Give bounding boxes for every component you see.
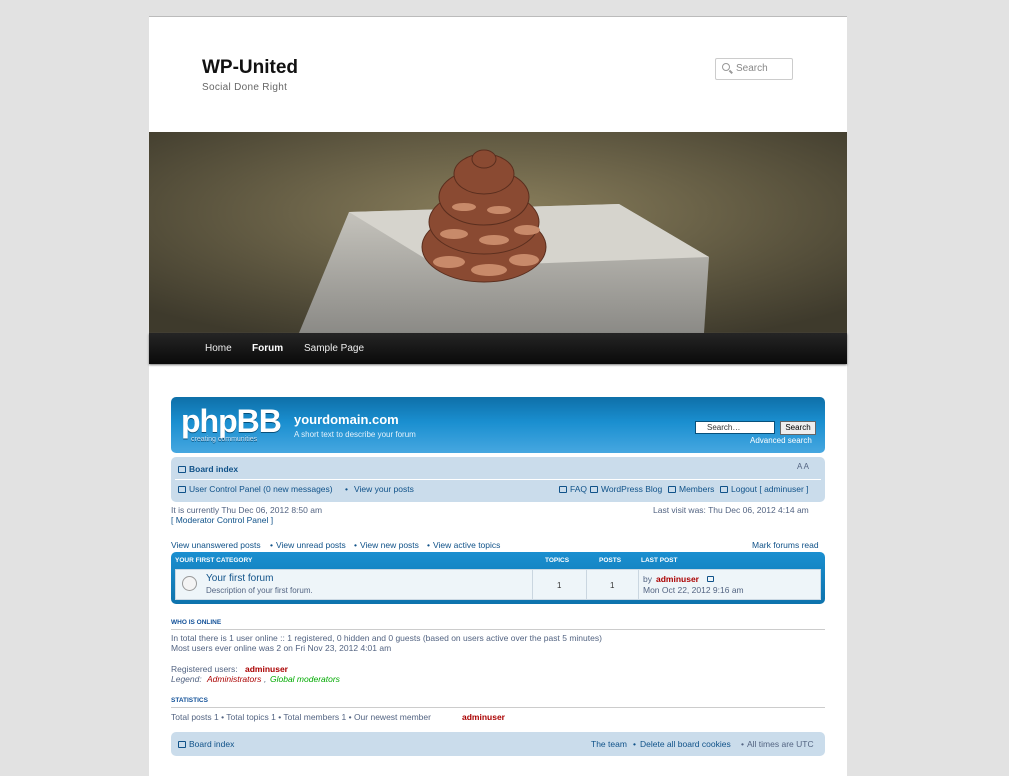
active-topics-link[interactable]: View active topics (433, 540, 500, 550)
ucp-label: User Control Panel (0 new messages) (189, 484, 333, 494)
separator: • (345, 484, 348, 494)
main-menu: Home Forum Sample Page (149, 333, 847, 364)
header-image (149, 132, 847, 333)
registered-user-link[interactable]: adminuser (245, 664, 288, 674)
separator: • (633, 739, 636, 749)
wp-blog-label: WordPress Blog (601, 484, 663, 494)
phpbb-headerbar: phpBB creating communities yourdomain.com… (171, 397, 825, 453)
last-post-date: Mon Oct 22, 2012 9:16 am (643, 585, 744, 595)
last-post-cell: by adminuser Mon Oct 22, 2012 9:16 am (638, 570, 822, 599)
site-title[interactable]: WP-United (202, 57, 298, 79)
footer-board-index-label: Board index (189, 739, 235, 749)
ucp-link[interactable]: User Control Panel (0 new messages) (178, 484, 333, 494)
forum-name-link[interactable]: Your first forum (206, 573, 273, 584)
mcp-link[interactable]: [ Moderator Control Panel ] (171, 515, 273, 525)
online-line2: Most users ever online was 2 on Fri Nov … (171, 643, 392, 653)
statistics-heading: STATISTICS (171, 697, 208, 704)
legend-global-moderators[interactable]: Global moderators (270, 674, 340, 684)
legend-label: Legend: (171, 674, 202, 684)
logout-icon (720, 486, 728, 493)
faq-link[interactable]: FAQ (559, 484, 587, 494)
timezone-text: All times are UTC (747, 739, 814, 749)
mark-read-link[interactable]: Mark forums read (752, 540, 819, 550)
separator: • (270, 540, 273, 550)
board-index-link[interactable]: Board index (178, 464, 238, 474)
posts-cell: 1 (586, 570, 638, 599)
view-latest-post-icon[interactable] (707, 576, 714, 582)
top-navbar: Board index A A User Control Panel (0 ne… (171, 457, 825, 502)
delete-cookies-link[interactable]: Delete all board cookies (640, 739, 731, 749)
search-icon (722, 63, 730, 71)
phpbb-search-button[interactable]: Search (780, 421, 816, 435)
home-icon (178, 741, 186, 748)
pinecone-image-icon (149, 132, 847, 333)
members-label: Members (679, 484, 715, 494)
statistics-text: Total posts 1 • Total topics 1 • Total m… (171, 712, 431, 722)
legend-separator: , (264, 674, 267, 684)
divider (171, 707, 825, 708)
menu-home[interactable]: Home (205, 343, 232, 354)
phpbb-search-placeholder: Search… (707, 423, 741, 432)
col-topics: TOPICS (545, 557, 570, 564)
menu-sample-page[interactable]: Sample Page (304, 343, 364, 354)
posts-count: 1 (610, 581, 615, 590)
category-block: YOUR FIRST CATEGORY TOPICS POSTS LAST PO… (171, 552, 825, 604)
online-line1: In total there is 1 user online :: 1 reg… (171, 633, 602, 643)
board-index-label: Board index (189, 464, 239, 474)
who-is-online-heading[interactable]: WHO IS ONLINE (171, 619, 221, 626)
wp-search-placeholder: Search (736, 63, 768, 74)
separator: • (354, 540, 357, 550)
last-post-by: by (643, 574, 652, 584)
topics-count: 1 (557, 581, 562, 590)
last-visit: Last visit was: Thu Dec 06, 2012 4:14 am (653, 505, 809, 515)
board-description: A short text to describe your forum (294, 430, 416, 439)
new-posts-link[interactable]: View new posts (360, 540, 419, 550)
wp-search-input[interactable]: Search (715, 58, 793, 80)
bottom-navbar: Board index The team • Delete all board … (171, 732, 825, 756)
faq-label: FAQ (570, 484, 588, 494)
separator: • (741, 739, 744, 749)
unanswered-posts-link[interactable]: View unanswered posts (171, 540, 261, 550)
navbar-divider (175, 479, 821, 480)
newest-member-link[interactable]: adminuser (462, 712, 505, 722)
forum-description: Description of your first forum. (206, 586, 313, 595)
phpbb-search-input[interactable]: Search… (695, 421, 775, 434)
site-description: Social Done Right (202, 82, 288, 93)
team-link[interactable]: The team (591, 739, 627, 749)
phpbb-logo[interactable]: phpBB creating communities (181, 403, 282, 443)
page: WP-United Social Done Right Search Home … (149, 16, 847, 776)
unread-posts-link[interactable]: View unread posts (276, 540, 346, 550)
blog-icon (590, 486, 598, 493)
members-icon (668, 486, 676, 493)
divider (171, 629, 825, 630)
footer-board-index-link[interactable]: Board index (178, 739, 234, 749)
category-title[interactable]: YOUR FIRST CATEGORY (175, 557, 252, 564)
current-time: It is currently Thu Dec 06, 2012 8:50 am (171, 505, 323, 515)
faq-icon (559, 486, 567, 493)
user-icon (178, 486, 186, 493)
phpbb-logo-text: phpBB (181, 403, 282, 439)
last-post-user[interactable]: adminuser (656, 574, 699, 584)
wp-blog-link[interactable]: WordPress Blog (590, 484, 662, 494)
logout-label: Logout [ adminuser ] (731, 484, 809, 494)
registered-users-label: Registered users: (171, 664, 238, 674)
home-icon (178, 466, 186, 473)
menu-forum[interactable]: Forum (252, 343, 283, 354)
topics-cell: 1 (532, 570, 586, 599)
forum-read-icon (182, 576, 197, 591)
legend-administrators[interactable]: Administrators (207, 674, 261, 684)
members-link[interactable]: Members (668, 484, 714, 494)
col-posts: POSTS (599, 557, 622, 564)
advanced-search-link[interactable]: Advanced search (750, 436, 812, 445)
forum-row: Your first forum Description of your fir… (175, 569, 821, 600)
view-posts-link[interactable]: View your posts (354, 484, 414, 494)
phpbb-logo-sub: creating communities (191, 436, 258, 443)
separator: • (427, 540, 430, 550)
logout-link[interactable]: Logout [ adminuser ] (720, 484, 809, 494)
font-size-toggle[interactable]: A A (797, 462, 809, 471)
col-last-post: LAST POST (641, 557, 678, 564)
board-title[interactable]: yourdomain.com (294, 412, 399, 427)
